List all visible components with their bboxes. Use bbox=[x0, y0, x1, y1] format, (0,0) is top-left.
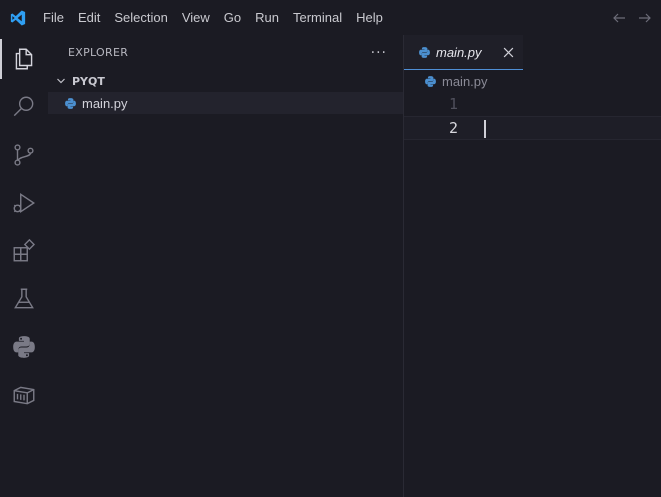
python-file-icon bbox=[424, 75, 442, 88]
menu-go[interactable]: Go bbox=[217, 0, 248, 35]
back-arrow-icon[interactable] bbox=[611, 10, 627, 26]
folder-label: PYQT bbox=[72, 74, 105, 88]
code-editor[interactable]: 1 2 bbox=[404, 92, 661, 140]
line-number: 1 bbox=[448, 95, 458, 113]
menu-run[interactable]: Run bbox=[248, 0, 286, 35]
tab-bar: main.py bbox=[404, 35, 661, 70]
editor-area: main.py main.py 1 2 bbox=[404, 35, 661, 497]
close-icon[interactable] bbox=[503, 47, 514, 58]
run-debug-icon[interactable] bbox=[0, 179, 48, 227]
navigation-arrows bbox=[611, 0, 653, 35]
extensions-icon[interactable] bbox=[0, 227, 48, 275]
folder-pyqt[interactable]: PYQT bbox=[48, 70, 403, 92]
text-cursor bbox=[484, 120, 486, 138]
python-file-icon bbox=[418, 46, 436, 59]
breadcrumb[interactable]: main.py bbox=[404, 70, 661, 92]
code-line-current[interactable]: 2 bbox=[404, 116, 661, 140]
explorer-icon[interactable] bbox=[0, 35, 48, 83]
menu-selection[interactable]: Selection bbox=[107, 0, 174, 35]
python-icon[interactable] bbox=[0, 323, 48, 371]
remote-explorer-icon[interactable] bbox=[0, 371, 48, 419]
source-control-icon[interactable] bbox=[0, 131, 48, 179]
chevron-down-icon bbox=[54, 76, 68, 86]
explorer-sidebar: EXPLORER ··· PYQT main.py bbox=[48, 35, 404, 497]
vscode-logo-icon bbox=[0, 0, 36, 35]
menu-view[interactable]: View bbox=[175, 0, 217, 35]
activity-bar bbox=[0, 35, 48, 497]
search-icon[interactable] bbox=[0, 83, 48, 131]
explorer-title: EXPLORER bbox=[68, 46, 129, 59]
testing-icon[interactable] bbox=[0, 275, 48, 323]
tab-main-py[interactable]: main.py bbox=[404, 35, 523, 70]
python-file-icon bbox=[64, 97, 82, 110]
breadcrumb-file: main.py bbox=[442, 73, 488, 89]
menu-file[interactable]: File bbox=[36, 0, 71, 35]
title-bar: File Edit Selection View Go Run Terminal… bbox=[0, 0, 661, 35]
line-number: 2 bbox=[448, 119, 458, 137]
file-item-main-py[interactable]: main.py bbox=[48, 92, 403, 114]
tab-label: main.py bbox=[436, 44, 482, 60]
menu-edit[interactable]: Edit bbox=[71, 0, 107, 35]
code-line[interactable]: 1 bbox=[404, 92, 661, 116]
file-label: main.py bbox=[82, 95, 128, 111]
menu-help[interactable]: Help bbox=[349, 0, 390, 35]
menu-bar: File Edit Selection View Go Run Terminal… bbox=[36, 0, 390, 35]
explorer-header: EXPLORER ··· bbox=[48, 35, 403, 70]
more-actions-button[interactable]: ··· bbox=[371, 45, 387, 61]
forward-arrow-icon[interactable] bbox=[637, 10, 653, 26]
menu-terminal[interactable]: Terminal bbox=[286, 0, 349, 35]
